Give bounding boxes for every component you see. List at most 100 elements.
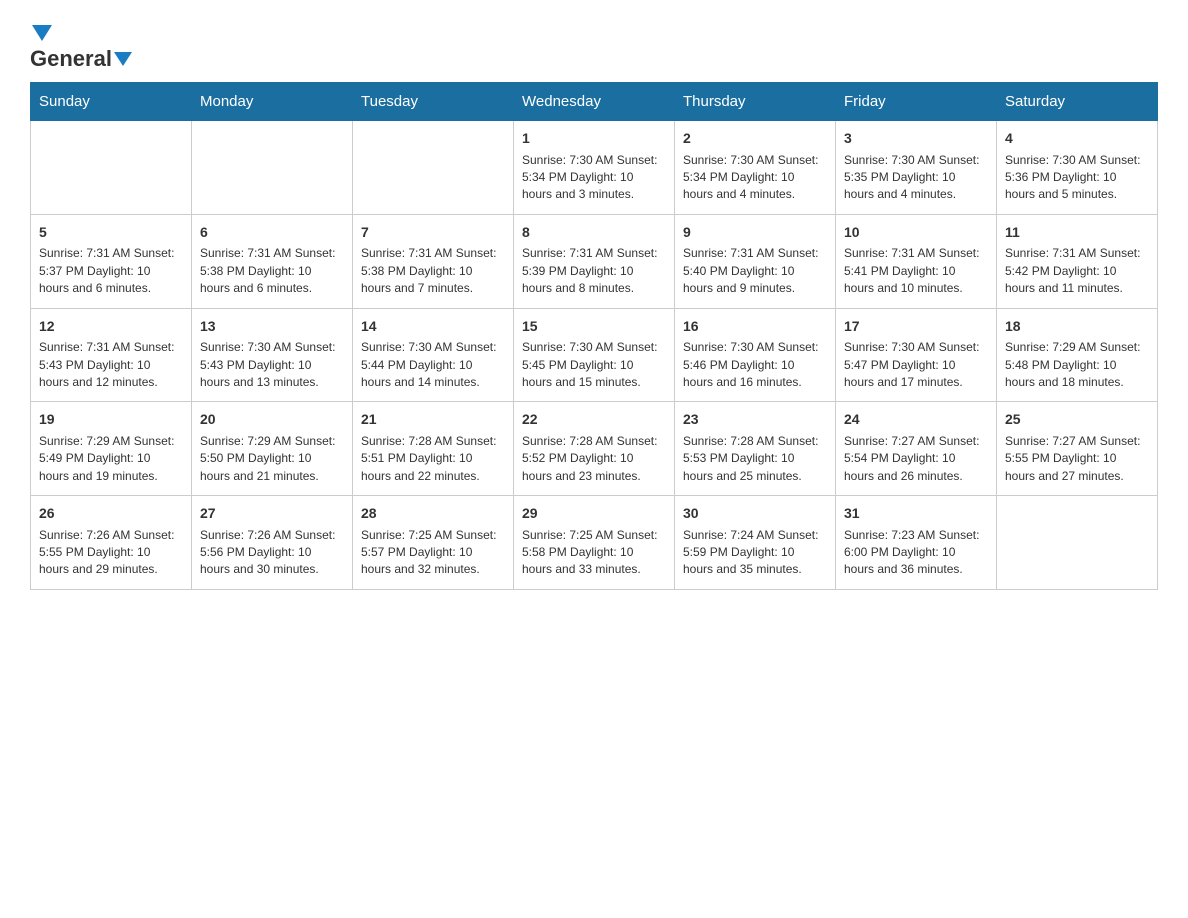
day-info: Sunrise: 7:30 AM Sunset: 5:45 PM Dayligh… (522, 339, 666, 391)
day-number: 3 (844, 129, 988, 149)
day-number: 19 (39, 410, 183, 430)
day-info: Sunrise: 7:31 AM Sunset: 5:38 PM Dayligh… (361, 245, 505, 297)
day-number: 6 (200, 223, 344, 243)
day-info: Sunrise: 7:24 AM Sunset: 5:59 PM Dayligh… (683, 527, 827, 579)
weekday-header-saturday: Saturday (997, 83, 1158, 121)
day-number: 21 (361, 410, 505, 430)
day-info: Sunrise: 7:31 AM Sunset: 5:41 PM Dayligh… (844, 245, 988, 297)
calendar-cell: 30 Sunrise: 7:24 AM Sunset: 5:59 PM Dayli… (675, 496, 836, 590)
page-header: General (30, 20, 1158, 72)
day-info: Sunrise: 7:30 AM Sunset: 5:35 PM Dayligh… (844, 152, 988, 204)
calendar-cell: 11Sunrise: 7:31 AM Sunset: 5:42 PM Dayli… (997, 214, 1158, 308)
day-number: 28 (361, 504, 505, 524)
day-info: Sunrise: 7:29 AM Sunset: 5:49 PM Dayligh… (39, 433, 183, 485)
calendar-cell: 7Sunrise: 7:31 AM Sunset: 5:38 PM Daylig… (353, 214, 514, 308)
day-number: 13 (200, 317, 344, 337)
day-number: 7 (361, 223, 505, 243)
week-row-1: 1 Sunrise: 7:30 AM Sunset: 5:34 PM Daylig… (31, 121, 1158, 215)
calendar-cell: 4 Sunrise: 7:30 AM Sunset: 5:36 PM Daylig… (997, 121, 1158, 215)
day-number: 29 (522, 504, 666, 524)
day-number: 4 (1005, 129, 1149, 149)
day-info: Sunrise: 7:23 AM Sunset: 6:00 PM Dayligh… (844, 527, 988, 579)
day-number: 10 (844, 223, 988, 243)
day-number: 30 (683, 504, 827, 524)
day-info: Sunrise: 7:27 AM Sunset: 5:55 PM Dayligh… (1005, 433, 1149, 485)
day-number: 20 (200, 410, 344, 430)
day-number: 8 (522, 223, 666, 243)
calendar-cell: 6Sunrise: 7:31 AM Sunset: 5:38 PM Daylig… (192, 214, 353, 308)
weekday-header-tuesday: Tuesday (353, 83, 514, 121)
day-number: 25 (1005, 410, 1149, 430)
day-number: 1 (522, 129, 666, 149)
logo: General (30, 20, 134, 72)
week-row-4: 19 Sunrise: 7:29 AM Sunset: 5:49 PM Dayli… (31, 402, 1158, 496)
calendar-cell: 31 Sunrise: 7:23 AM Sunset: 6:00 PM Dayli… (836, 496, 997, 590)
calendar-cell: 27Sunrise: 7:26 AM Sunset: 5:56 PM Dayli… (192, 496, 353, 590)
day-info: Sunrise: 7:25 AM Sunset: 5:57 PM Dayligh… (361, 527, 505, 579)
day-number: 24 (844, 410, 988, 430)
calendar-cell (353, 121, 514, 215)
calendar-table: SundayMondayTuesdayWednesdayThursdayFrid… (30, 82, 1158, 590)
day-info: Sunrise: 7:28 AM Sunset: 5:53 PM Dayligh… (683, 433, 827, 485)
day-info: Sunrise: 7:30 AM Sunset: 5:36 PM Dayligh… (1005, 152, 1149, 204)
calendar-cell (997, 496, 1158, 590)
logo-general-bottom: General (30, 46, 112, 72)
calendar-cell: 5Sunrise: 7:31 AM Sunset: 5:37 PM Daylig… (31, 214, 192, 308)
week-row-2: 5Sunrise: 7:31 AM Sunset: 5:37 PM Daylig… (31, 214, 1158, 308)
day-info: Sunrise: 7:26 AM Sunset: 5:56 PM Dayligh… (200, 527, 344, 579)
logo-arrow-icon (32, 25, 52, 41)
day-number: 15 (522, 317, 666, 337)
calendar-cell: 13Sunrise: 7:30 AM Sunset: 5:43 PM Dayli… (192, 308, 353, 402)
day-info: Sunrise: 7:31 AM Sunset: 5:42 PM Dayligh… (1005, 245, 1149, 297)
day-info: Sunrise: 7:30 AM Sunset: 5:44 PM Dayligh… (361, 339, 505, 391)
calendar-cell: 18Sunrise: 7:29 AM Sunset: 5:48 PM Dayli… (997, 308, 1158, 402)
calendar-cell: 22 Sunrise: 7:28 AM Sunset: 5:52 PM Dayli… (514, 402, 675, 496)
calendar-cell: 16Sunrise: 7:30 AM Sunset: 5:46 PM Dayli… (675, 308, 836, 402)
day-number: 18 (1005, 317, 1149, 337)
week-row-3: 12Sunrise: 7:31 AM Sunset: 5:43 PM Dayli… (31, 308, 1158, 402)
calendar-cell: 26Sunrise: 7:26 AM Sunset: 5:55 PM Dayli… (31, 496, 192, 590)
calendar-cell: 2Sunrise: 7:30 AM Sunset: 5:34 PM Daylig… (675, 121, 836, 215)
calendar-cell: 29 Sunrise: 7:25 AM Sunset: 5:58 PM Dayli… (514, 496, 675, 590)
day-number: 14 (361, 317, 505, 337)
day-number: 16 (683, 317, 827, 337)
day-number: 26 (39, 504, 183, 524)
day-info: Sunrise: 7:30 AM Sunset: 5:47 PM Dayligh… (844, 339, 988, 391)
calendar-cell: 17Sunrise: 7:30 AM Sunset: 5:47 PM Dayli… (836, 308, 997, 402)
day-info: Sunrise: 7:31 AM Sunset: 5:38 PM Dayligh… (200, 245, 344, 297)
calendar-cell: 1 Sunrise: 7:30 AM Sunset: 5:34 PM Daylig… (514, 121, 675, 215)
logo-triangle-icon (114, 52, 132, 66)
week-row-5: 26Sunrise: 7:26 AM Sunset: 5:55 PM Dayli… (31, 496, 1158, 590)
calendar-cell: 10Sunrise: 7:31 AM Sunset: 5:41 PM Dayli… (836, 214, 997, 308)
weekday-header-friday: Friday (836, 83, 997, 121)
calendar-cell (192, 121, 353, 215)
calendar-cell: 9Sunrise: 7:31 AM Sunset: 5:40 PM Daylig… (675, 214, 836, 308)
calendar-cell: 25 Sunrise: 7:27 AM Sunset: 5:55 PM Dayli… (997, 402, 1158, 496)
weekday-header-thursday: Thursday (675, 83, 836, 121)
day-info: Sunrise: 7:30 AM Sunset: 5:34 PM Dayligh… (522, 152, 666, 204)
day-info: Sunrise: 7:28 AM Sunset: 5:52 PM Dayligh… (522, 433, 666, 485)
day-info: Sunrise: 7:27 AM Sunset: 5:54 PM Dayligh… (844, 433, 988, 485)
calendar-cell: 24 Sunrise: 7:27 AM Sunset: 5:54 PM Dayli… (836, 402, 997, 496)
calendar-cell (31, 121, 192, 215)
day-number: 17 (844, 317, 988, 337)
day-info: Sunrise: 7:30 AM Sunset: 5:43 PM Dayligh… (200, 339, 344, 391)
day-info: Sunrise: 7:31 AM Sunset: 5:39 PM Dayligh… (522, 245, 666, 297)
calendar-cell: 8Sunrise: 7:31 AM Sunset: 5:39 PM Daylig… (514, 214, 675, 308)
day-info: Sunrise: 7:25 AM Sunset: 5:58 PM Dayligh… (522, 527, 666, 579)
weekday-header-wednesday: Wednesday (514, 83, 675, 121)
calendar-cell: 28 Sunrise: 7:25 AM Sunset: 5:57 PM Dayli… (353, 496, 514, 590)
day-info: Sunrise: 7:31 AM Sunset: 5:37 PM Dayligh… (39, 245, 183, 297)
weekday-header-row: SundayMondayTuesdayWednesdayThursdayFrid… (31, 83, 1158, 121)
day-info: Sunrise: 7:30 AM Sunset: 5:34 PM Dayligh… (683, 152, 827, 204)
day-number: 5 (39, 223, 183, 243)
calendar-cell: 12Sunrise: 7:31 AM Sunset: 5:43 PM Dayli… (31, 308, 192, 402)
day-number: 22 (522, 410, 666, 430)
calendar-cell: 23Sunrise: 7:28 AM Sunset: 5:53 PM Dayli… (675, 402, 836, 496)
calendar-cell: 14Sunrise: 7:30 AM Sunset: 5:44 PM Dayli… (353, 308, 514, 402)
day-number: 11 (1005, 223, 1149, 243)
weekday-header-sunday: Sunday (31, 83, 192, 121)
day-number: 31 (844, 504, 988, 524)
calendar-cell: 15Sunrise: 7:30 AM Sunset: 5:45 PM Dayli… (514, 308, 675, 402)
day-info: Sunrise: 7:31 AM Sunset: 5:40 PM Dayligh… (683, 245, 827, 297)
